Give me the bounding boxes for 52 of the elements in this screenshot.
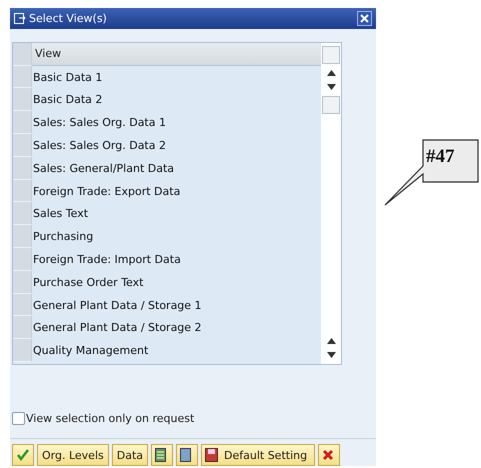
table-cell[interactable]: Sales: Sales Org. Data 2 [32,134,166,157]
column-settings-button[interactable] [322,46,340,64]
row-selector[interactable] [13,66,32,88]
table-cell[interactable]: Foreign Trade: Export Data [32,180,180,202]
table-cell[interactable]: Purchase Order Text [32,270,144,294]
cancel-button[interactable] [318,444,340,466]
row-selector[interactable] [13,156,32,180]
toolbar-button[interactable]: Data [112,444,148,466]
table-cell[interactable]: Quality Management [32,339,148,362]
row-selector[interactable] [13,248,32,271]
checkbox-label: View selection only on request [26,412,194,425]
table-cell[interactable]: Sales: Sales Org. Data 1 [32,111,166,134]
row-selector[interactable] [13,225,32,248]
cancel-icon [322,449,334,461]
table-cell[interactable]: Sales: General/Plant Data [32,156,174,180]
deselect-all-button[interactable] [176,444,198,466]
row-selector[interactable] [13,180,32,202]
window-icon [14,12,26,24]
table-cell[interactable]: General Plant Data / Storage 1 [32,294,202,316]
scrollbar[interactable] [321,42,341,364]
row-selector[interactable] [13,134,32,157]
close-button[interactable] [357,10,372,26]
table-cell[interactable]: Purchasing [32,225,94,248]
row-selector[interactable] [13,202,32,226]
scroll-down-icon[interactable] [326,84,336,90]
row-selector[interactable] [13,316,32,340]
table-cell[interactable]: Sales Text [32,202,88,226]
window-title: Select View(s) [29,12,108,25]
row-selector[interactable] [13,294,32,316]
select-all-corner[interactable] [13,42,32,66]
save-button[interactable]: Default Setting [201,444,316,466]
row-selector[interactable] [13,339,32,362]
checkbox[interactable] [12,412,25,425]
table-cell[interactable]: Basic Data 1 [32,66,102,88]
list-icon [155,448,167,462]
row-selector[interactable] [13,270,32,294]
table-cell[interactable]: General Plant Data / Storage 2 [32,316,202,340]
scroll-up-icon[interactable] [326,338,336,344]
table-cell[interactable]: Basic Data 2 [32,88,102,112]
document-icon [180,448,192,462]
row-selector[interactable] [13,88,32,112]
scroll-down-icon[interactable] [326,352,336,358]
scroll-thumb[interactable] [322,96,340,114]
row-selector[interactable] [13,111,32,134]
select-all-button[interactable] [151,444,173,466]
toolbar-button[interactable]: Org. Levels [37,444,109,466]
table-cell[interactable]: Foreign Trade: Import Data [32,248,181,271]
callout-label: #47 [426,146,454,168]
checkmark-icon [16,448,30,462]
column-header[interactable]: View [32,42,321,66]
scroll-up-icon[interactable] [326,70,336,76]
check-button[interactable] [12,444,34,466]
